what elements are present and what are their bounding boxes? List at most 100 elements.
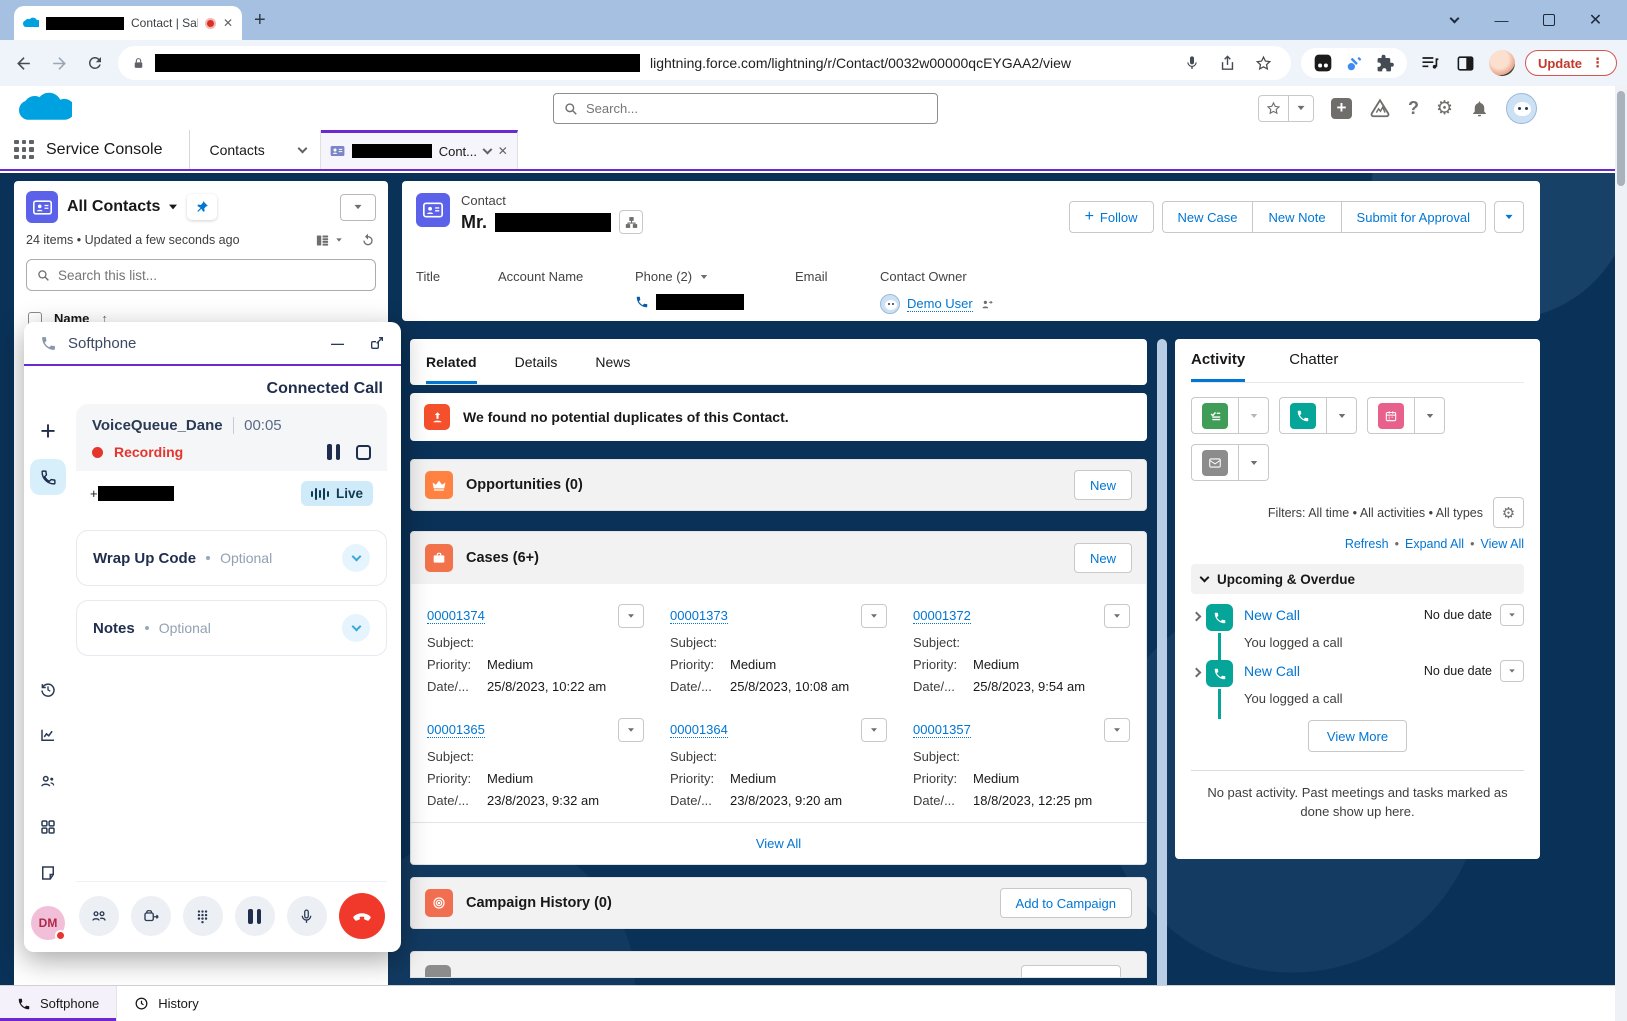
activity-actions-dropdown[interactable]: [1500, 604, 1524, 626]
window-chevron-icon[interactable]: [1431, 18, 1478, 22]
case-actions-dropdown[interactable]: [1104, 718, 1130, 742]
wrap-up-expand-icon[interactable]: [342, 544, 370, 572]
notifications-bell-icon[interactable]: [1470, 99, 1489, 118]
side-panel-icon[interactable]: [1453, 50, 1479, 76]
add-to-campaign-button[interactable]: Add to Campaign: [1000, 888, 1132, 918]
global-search[interactable]: [553, 93, 938, 124]
partial-section-button[interactable]: [1021, 965, 1121, 978]
live-badge[interactable]: Live: [301, 481, 373, 506]
display-as-button[interactable]: [315, 233, 344, 248]
tab-chatter[interactable]: Chatter: [1289, 351, 1338, 382]
view-hierarchy-icon[interactable]: [619, 210, 643, 234]
extension-key-icon[interactable]: [1345, 54, 1364, 73]
scrollbar-thumb[interactable]: [1617, 91, 1625, 186]
share-icon[interactable]: [1215, 50, 1241, 76]
new-task-dropdown-icon[interactable]: [1238, 398, 1268, 433]
call-history-icon[interactable]: [30, 671, 66, 707]
expand-item-icon[interactable]: [1193, 664, 1200, 706]
field-phone[interactable]: Phone (2): [635, 269, 744, 310]
tab-close-icon[interactable]: ✕: [223, 16, 233, 30]
extension-dark-icon[interactable]: [1313, 53, 1333, 73]
forward-icon[interactable]: [46, 50, 72, 76]
help-icon[interactable]: ?: [1408, 98, 1419, 119]
pause-recording-icon[interactable]: [327, 444, 340, 460]
mic-icon[interactable]: [1179, 50, 1205, 76]
new-event-dropdown-icon[interactable]: [1414, 398, 1444, 433]
list-search-input[interactable]: [58, 268, 365, 283]
quick-create-icon[interactable]: +: [1331, 98, 1352, 119]
dock-history-item[interactable]: History: [117, 986, 215, 1021]
new-opportunity-button[interactable]: New: [1074, 470, 1132, 500]
case-number-link[interactable]: 00001372: [913, 608, 971, 624]
workspace-tab-chevron-icon[interactable]: [483, 145, 493, 155]
log-call-dropdown-icon[interactable]: [1326, 398, 1356, 433]
case-number-link[interactable]: 00001357: [913, 722, 971, 738]
window-minimize-icon[interactable]: —: [1478, 12, 1525, 28]
hold-call-icon[interactable]: [235, 896, 275, 936]
agent-avatar[interactable]: DM: [31, 906, 65, 940]
transfer-call-icon[interactable]: [131, 896, 171, 936]
new-case-section-button[interactable]: New: [1074, 543, 1132, 573]
view-more-button[interactable]: View More: [1308, 720, 1407, 752]
campaign-history-title[interactable]: Campaign History (0): [466, 895, 612, 911]
case-actions-dropdown[interactable]: [861, 604, 887, 628]
case-number-link[interactable]: 00001365: [427, 722, 485, 738]
owner-link[interactable]: Demo User: [907, 296, 973, 312]
apps-grid-icon[interactable]: [30, 809, 66, 845]
trailhead-icon[interactable]: [1369, 97, 1391, 119]
pin-icon[interactable]: [187, 194, 217, 220]
playlist-icon[interactable]: [1417, 50, 1443, 76]
end-call-button[interactable]: [339, 893, 385, 939]
wrap-up-code-section[interactable]: Wrap Up Code Optional: [76, 530, 387, 586]
tab-activity[interactable]: Activity: [1191, 351, 1245, 382]
url-bar[interactable]: lightning.force.com/lightning/r/Contact/…: [118, 46, 1291, 80]
notes-section[interactable]: Notes Optional: [76, 600, 387, 656]
new-event-button[interactable]: [1368, 398, 1414, 433]
favorites-star-icon[interactable]: [1259, 96, 1288, 121]
metrics-chart-icon[interactable]: [30, 717, 66, 753]
dock-softphone-item[interactable]: Softphone: [0, 986, 117, 1021]
favorites-chevron-icon[interactable]: [1288, 96, 1313, 121]
salesforce-logo[interactable]: [16, 91, 72, 127]
user-avatar[interactable]: [1506, 93, 1537, 124]
new-task-button[interactable]: [1192, 398, 1238, 433]
new-note-button[interactable]: New Note: [1253, 201, 1341, 233]
phone-dropdown-icon[interactable]: [701, 275, 708, 279]
add-participant-icon[interactable]: [79, 896, 119, 936]
mute-mic-icon[interactable]: [287, 896, 327, 936]
back-icon[interactable]: [10, 50, 36, 76]
browser-tab[interactable]: Contact | Sal ✕: [14, 6, 242, 40]
case-actions-dropdown[interactable]: [618, 604, 644, 628]
email-button[interactable]: [1192, 445, 1238, 480]
global-search-input[interactable]: [586, 101, 927, 116]
case-number-link[interactable]: 00001373: [670, 608, 728, 624]
content-scrollbar[interactable]: [1157, 339, 1167, 985]
page-scrollbar[interactable]: [1615, 86, 1627, 1021]
case-number-link[interactable]: 00001374: [427, 608, 485, 624]
cases-view-all-link[interactable]: View All: [756, 836, 801, 851]
email-dropdown-icon[interactable]: [1238, 445, 1268, 480]
cases-title[interactable]: Cases (6+): [466, 550, 539, 566]
setup-gear-icon[interactable]: ⚙: [1436, 97, 1453, 119]
favorites-button[interactable]: [1258, 95, 1314, 122]
extensions-puzzle-icon[interactable]: [1376, 54, 1395, 73]
expand-all-link[interactable]: Expand All: [1405, 537, 1464, 551]
notes-expand-icon[interactable]: [342, 614, 370, 642]
new-tab-button[interactable]: +: [254, 9, 266, 32]
opportunities-title[interactable]: Opportunities (0): [466, 477, 583, 493]
minimize-icon[interactable]: —: [331, 336, 344, 351]
browser-menu-icon[interactable]: ⋮: [1591, 55, 1604, 71]
popout-icon[interactable]: [369, 335, 385, 351]
expand-item-icon[interactable]: [1193, 608, 1200, 650]
workspace-tab-close-icon[interactable]: ✕: [498, 144, 508, 158]
bookmark-star-icon[interactable]: [1251, 50, 1277, 76]
change-owner-icon[interactable]: [980, 298, 994, 311]
new-call-plus-icon[interactable]: +: [30, 413, 66, 449]
case-actions-dropdown[interactable]: [618, 718, 644, 742]
more-actions-dropdown-button[interactable]: [1494, 201, 1524, 233]
activity-title-link[interactable]: New Call: [1244, 663, 1300, 679]
activity-actions-dropdown[interactable]: [1500, 660, 1524, 682]
browser-profile-avatar[interactable]: [1489, 50, 1515, 76]
update-button[interactable]: Update ⋮: [1525, 50, 1617, 76]
nav-item-contacts[interactable]: Contacts: [190, 130, 285, 169]
